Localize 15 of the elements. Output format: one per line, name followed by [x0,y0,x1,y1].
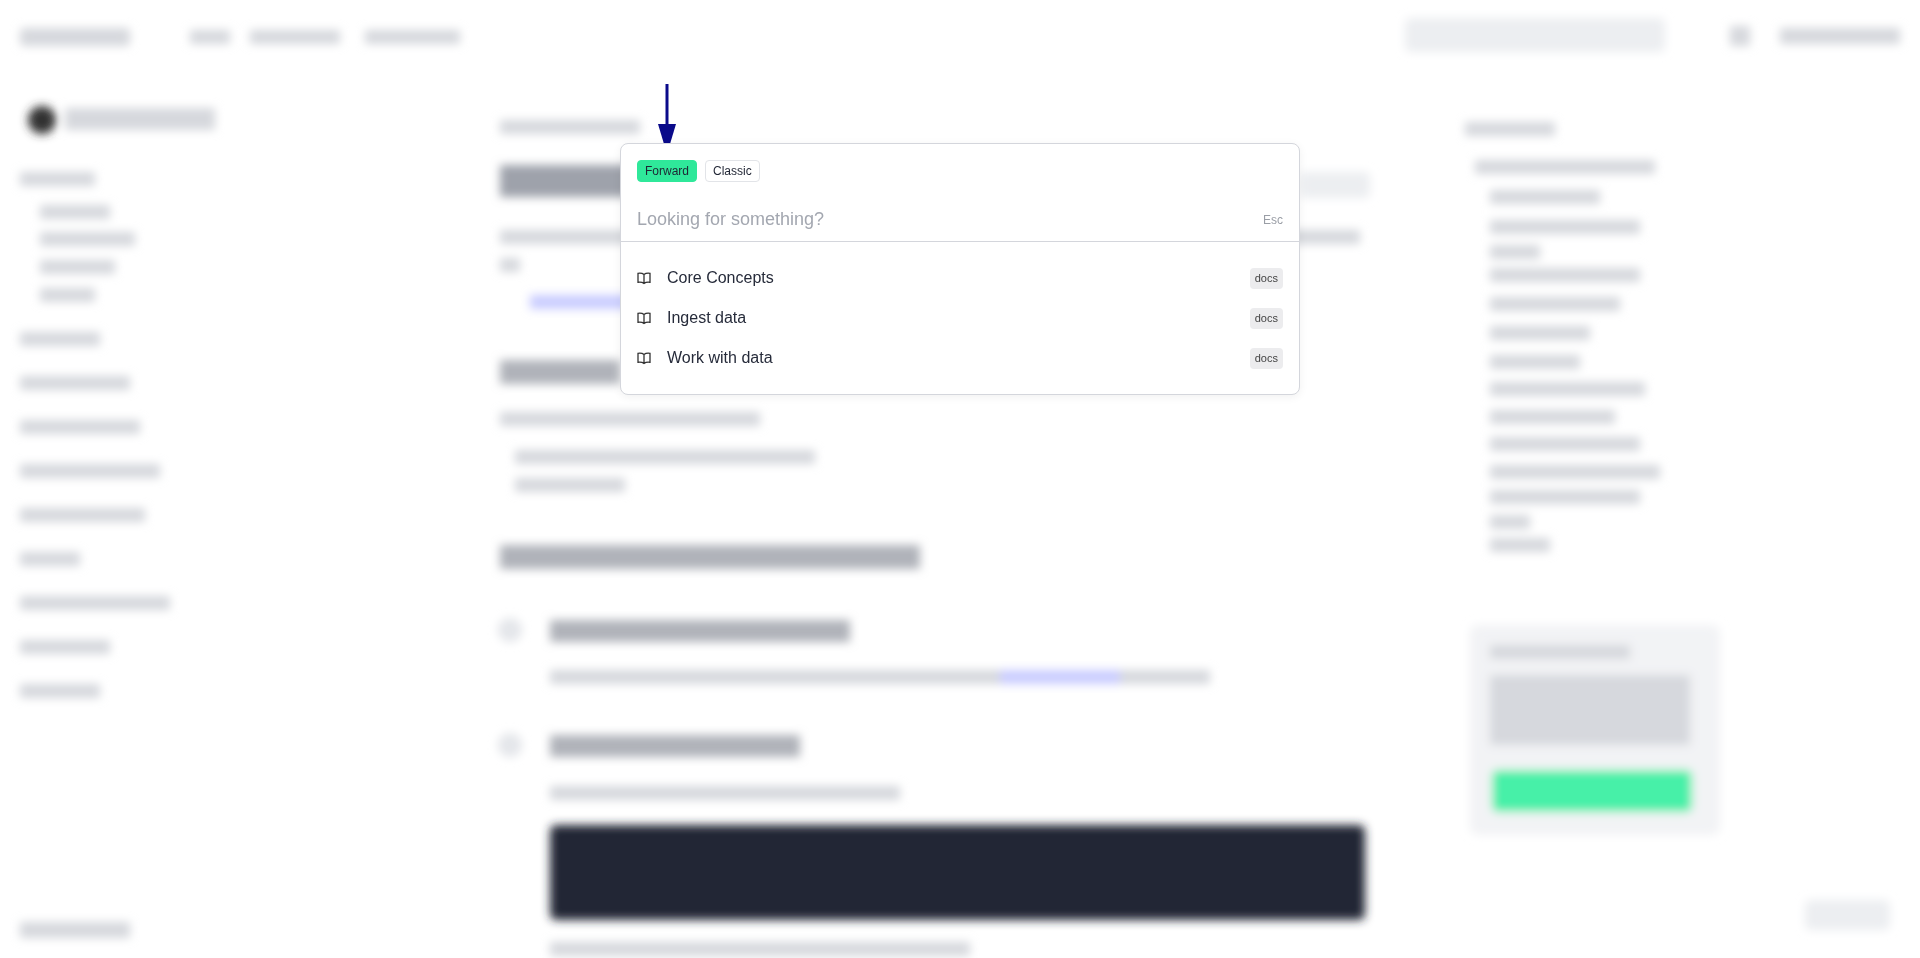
book-icon [637,351,651,365]
result-title: Work with data [667,348,774,369]
result-item[interactable]: Work with data docs [621,338,1299,379]
result-title: Ingest data [667,308,748,329]
shortcut-hint: Esc [1263,211,1283,229]
result-tag: docs [1249,308,1283,329]
mode-tab[interactable]: Forward [637,160,697,183]
book-icon [637,271,651,285]
result-title: Core Concepts [667,268,775,289]
mode-tab[interactable]: Classic [705,160,760,183]
result-item[interactable]: Ingest data docs [621,298,1299,339]
result-tag: docs [1249,348,1283,369]
book-icon [637,311,651,325]
result-tag: docs [1249,268,1283,289]
result-item[interactable]: Core Concepts docs [621,258,1299,299]
